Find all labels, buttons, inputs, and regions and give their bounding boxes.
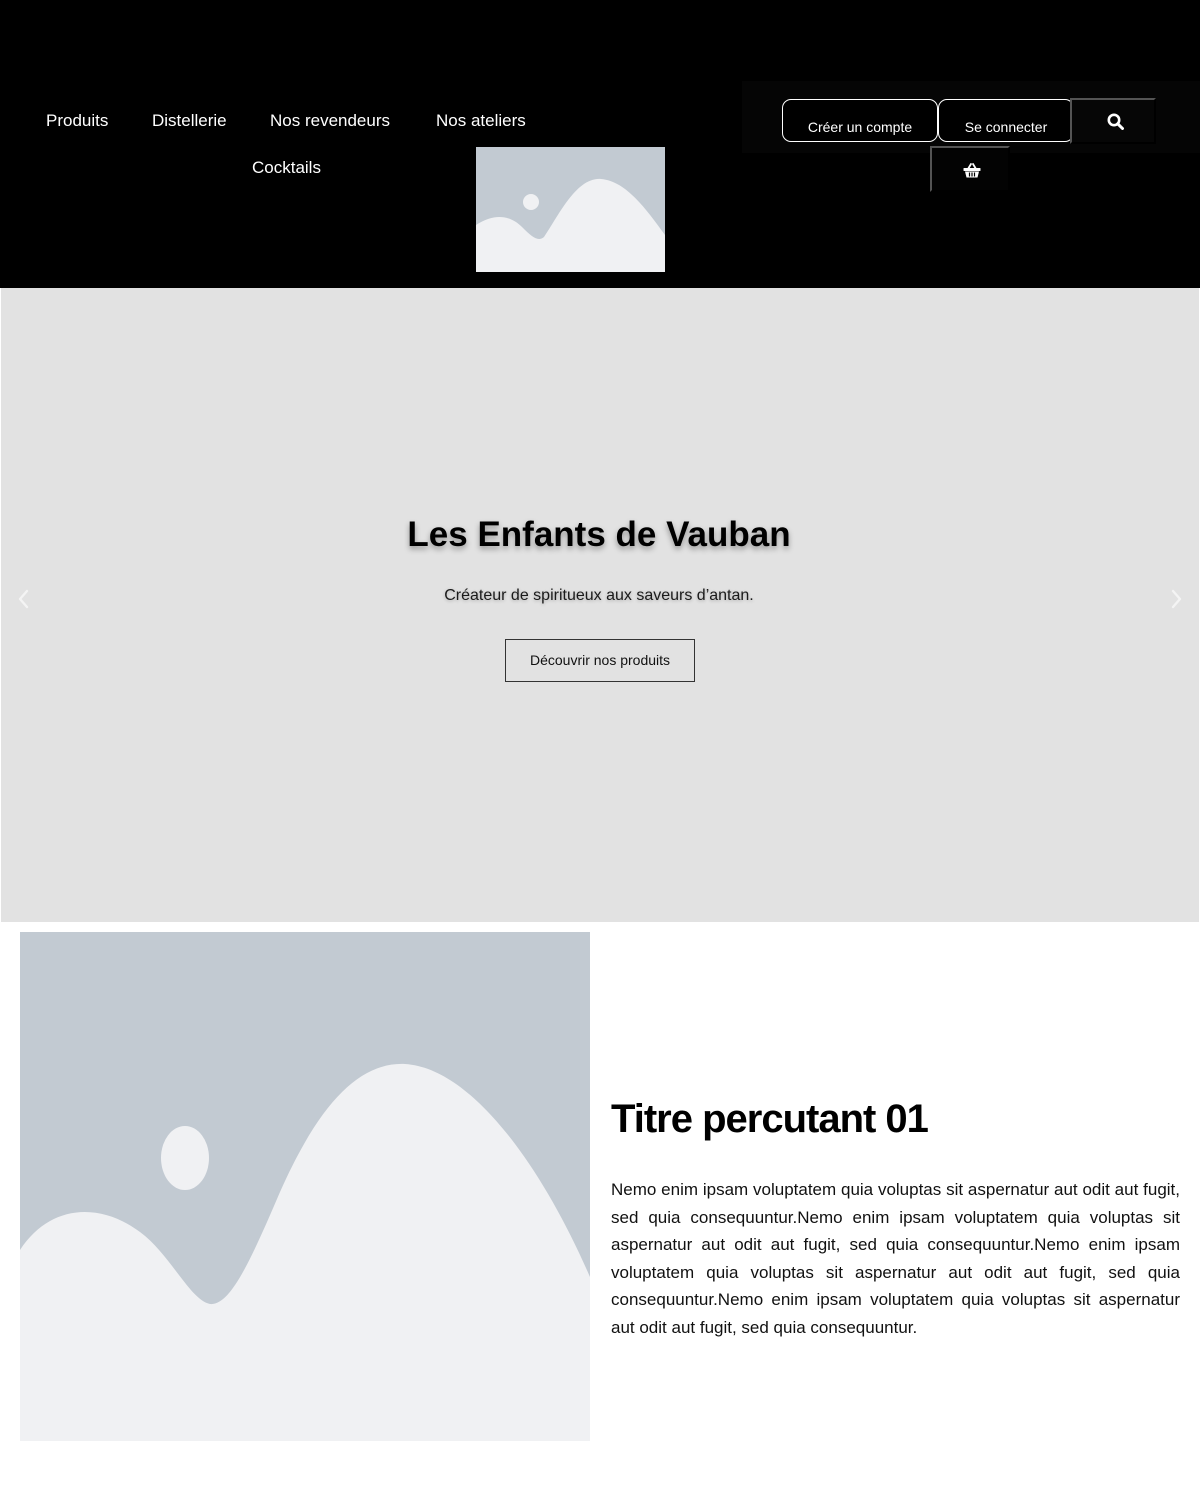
nav-link-cocktails[interactable]: Cocktails <box>252 158 321 178</box>
image-placeholder-icon <box>20 932 590 1441</box>
nav-link-nos-ateliers[interactable]: Nos ateliers <box>436 111 526 131</box>
site-header: Produits Distellerie Nos revendeurs Nos … <box>0 0 1200 288</box>
create-account-button[interactable]: Créer un compte <box>782 99 938 142</box>
search-icon <box>1107 113 1124 130</box>
discover-products-button[interactable]: Découvrir nos produits <box>505 639 695 682</box>
image-placeholder-icon <box>476 147 665 272</box>
site-logo[interactable] <box>476 147 665 272</box>
cart-button[interactable] <box>930 146 1010 192</box>
hero-title: Les Enfants de Vauban <box>407 515 791 554</box>
login-button[interactable]: Se connecter <box>938 99 1074 142</box>
basket-icon <box>963 163 981 178</box>
feature-title: Titre percutant 01 <box>611 1097 929 1141</box>
nav-link-nos-revendeurs[interactable]: Nos revendeurs <box>270 111 390 131</box>
nav-link-produits[interactable]: Produits <box>46 111 108 131</box>
search-button[interactable] <box>1070 98 1156 144</box>
hero-slider <box>1 288 1199 922</box>
feature-text: Nemo enim ipsam voluptatem quia voluptas… <box>611 1180 1180 1337</box>
hero-subtitle: Créateur de spiritueux aux saveurs d’ant… <box>444 587 754 604</box>
nav-link-distellerie[interactable]: Distellerie <box>152 111 227 131</box>
feature-image <box>20 932 590 1441</box>
